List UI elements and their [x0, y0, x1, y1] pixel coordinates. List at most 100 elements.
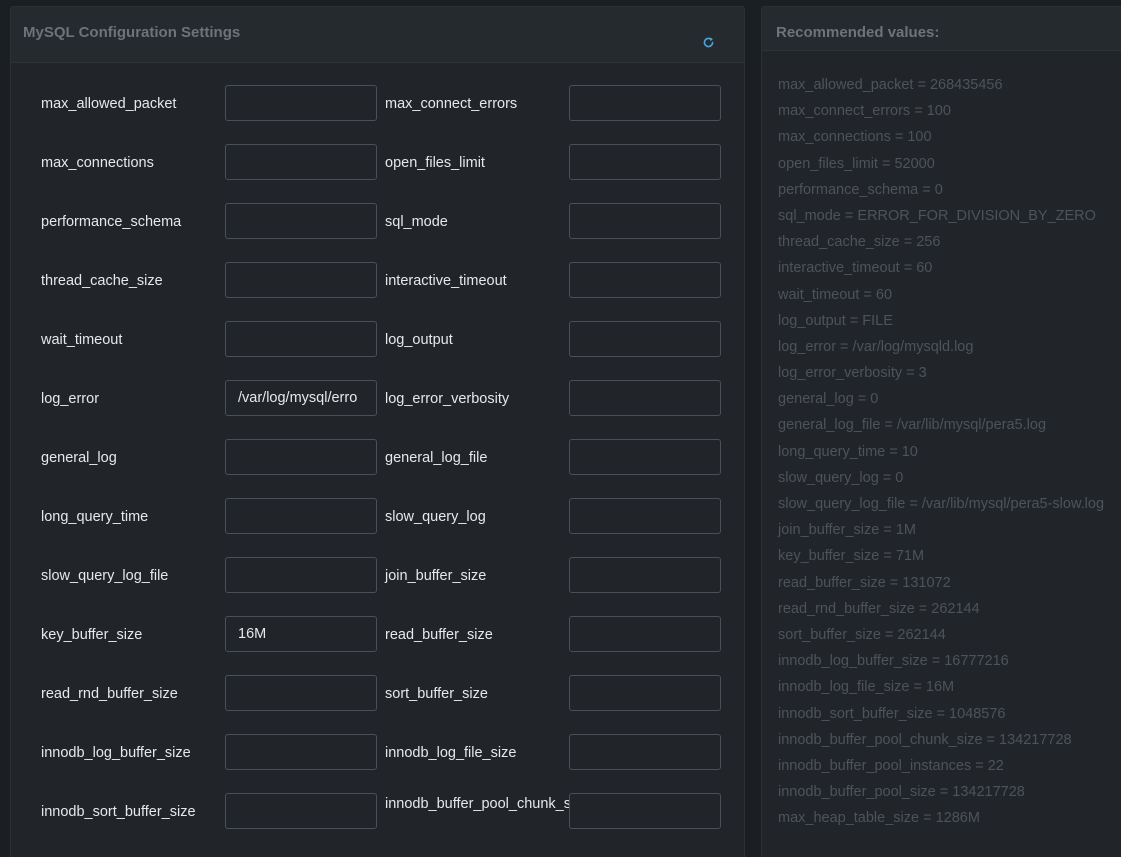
field-input[interactable] [569, 262, 721, 298]
field-label: read_buffer_size [385, 627, 493, 643]
recommended-value-item: max_heap_table_size = 1286M [778, 810, 980, 827]
field-label: max_allowed_packet [41, 96, 177, 112]
field-label: innodb_log_file_size [385, 745, 517, 761]
form-row: slow_query_log_file join_buffer_size [11, 557, 746, 593]
recommended-value-item: long_query_time = 10 [778, 443, 918, 460]
field-input[interactable] [225, 144, 377, 180]
form-row: performance_schema sql_mode [11, 203, 746, 239]
field-input[interactable] [225, 262, 377, 298]
recommended-value-item: max_connect_errors = 100 [778, 103, 951, 120]
recommended-value-item: log_error_verbosity = 3 [778, 365, 927, 382]
recommended-value-item: innodb_log_file_size = 16M [778, 679, 955, 696]
recommended-panel-title: Recommended values: [776, 24, 940, 41]
recommended-value-item: key_buffer_size = 71M [778, 548, 925, 565]
form-row: thread_cache_size interactive_timeout [11, 262, 746, 298]
form-row: log_error log_error_verbosity [11, 380, 746, 416]
recommended-value-item: innodb_log_buffer_size = 16777216 [778, 653, 1009, 670]
field-input[interactable] [225, 85, 377, 121]
recommended-value-item: max_allowed_packet = 268435456 [778, 77, 1003, 93]
field-input[interactable] [225, 675, 377, 711]
refresh-button[interactable] [700, 34, 716, 50]
recommended-value-item: slow_query_log = 0 [778, 469, 904, 486]
recommended-value-item: max_connections = 100 [778, 129, 932, 146]
recommended-values-list: max_allowed_packet = 268435456 max_connec… [778, 75, 1108, 834]
field-input[interactable] [569, 439, 721, 475]
field-input[interactable] [569, 321, 721, 357]
field-input[interactable] [225, 439, 377, 475]
field-label: log_output [385, 332, 453, 348]
field-label: max_connections [41, 155, 154, 171]
config-panel-header: MySQL Configuration Settings [11, 7, 744, 63]
form-row: innodb_log_buffer_size innodb_log_file_si… [11, 734, 746, 770]
refresh-icon [703, 36, 713, 47]
field-label: general_log [41, 450, 117, 466]
recommended-value-item: general_log = 0 [778, 391, 879, 408]
recommended-value-item: innodb_buffer_pool_instances = 22 [778, 757, 1004, 774]
form-row: read_rnd_buffer_size sort_buffer_size [11, 675, 746, 711]
recommended-panel-header: Recommended values: [762, 7, 1121, 51]
field-input[interactable] [225, 616, 377, 652]
field-label: innodb_sort_buffer_size [41, 804, 196, 820]
field-label: join_buffer_size [385, 568, 487, 584]
recommended-value-item: log_error = /var/log/mysqld.log [778, 338, 974, 355]
page: MySQL Configuration Settings max_allowed… [0, 0, 1121, 857]
recommended-value-item: log_output = FILE [778, 312, 893, 329]
field-input[interactable] [225, 203, 377, 239]
recommended-value-item: open_files_limit = 52000 [778, 155, 935, 172]
recommended-value-item: innodb_sort_buffer_size = 1048576 [778, 705, 1006, 722]
field-label: sort_buffer_size [385, 686, 488, 702]
recommended-value-item: thread_cache_size = 256 [778, 234, 941, 251]
field-input[interactable] [225, 557, 377, 593]
form-row: innodb_sort_buffer_size innodb_buffer_poo… [11, 793, 746, 829]
field-label: slow_query_log_file [41, 568, 169, 584]
field-input[interactable] [569, 734, 721, 770]
field-label: sql_mode [385, 214, 448, 230]
field-input[interactable] [225, 734, 377, 770]
form-row: long_query_time slow_query_log [11, 498, 746, 534]
field-label: interactive_timeout [385, 273, 507, 289]
recommended-value-item: wait_timeout = 60 [778, 286, 893, 303]
recommended-value-item: sort_buffer_size = 262144 [778, 626, 946, 643]
field-input[interactable] [225, 793, 377, 829]
recommended-value-item: performance_schema = 0 [778, 181, 943, 198]
form-row: max_allowed_packet max_connect_errors [11, 85, 746, 121]
form-row: wait_timeout log_output [11, 321, 746, 357]
field-label: innodb_buffer_pool_chunk_size [385, 796, 590, 812]
field-label: key_buffer_size [41, 627, 143, 643]
field-input[interactable] [569, 380, 721, 416]
recommended-value-item: interactive_timeout = 60 [778, 260, 933, 277]
field-label: slow_query_log [385, 509, 486, 525]
field-input[interactable] [225, 321, 377, 357]
field-label: thread_cache_size [41, 273, 163, 289]
field-input[interactable] [569, 85, 721, 121]
field-input[interactable] [225, 498, 377, 534]
form-row: general_log general_log_file [11, 439, 746, 475]
field-input[interactable] [569, 498, 721, 534]
field-input[interactable] [569, 144, 721, 180]
field-label: wait_timeout [41, 332, 123, 348]
field-label: performance_schema [41, 214, 182, 230]
recommended-value-item: join_buffer_size = 1M [778, 522, 916, 539]
field-input[interactable] [569, 616, 721, 652]
form-row: key_buffer_size read_buffer_size [11, 616, 746, 652]
field-label: open_files_limit [385, 155, 485, 171]
field-label: long_query_time [41, 509, 149, 525]
field-label: innodb_log_buffer_size [41, 745, 191, 761]
field-label: read_rnd_buffer_size [41, 686, 178, 702]
field-input[interactable] [225, 380, 377, 416]
recommended-value-item: innodb_buffer_pool_size = 134217728 [778, 784, 1025, 801]
mysql-config-panel: MySQL Configuration Settings max_allowed… [10, 6, 745, 857]
recommended-value-item: innodb_buffer_pool_chunk_size = 13421772… [778, 731, 1072, 748]
recommended-value-item: general_log_file = /var/lib/mysql/pera5.… [778, 417, 1047, 434]
field-label: max_connect_errors [385, 96, 518, 112]
recommended-value-item: sql_mode = ERROR_FOR_DIVISION_BY_ZERO [778, 207, 1096, 224]
field-input[interactable] [569, 793, 721, 829]
field-input[interactable] [569, 675, 721, 711]
form-row: max_connections open_files_limit [11, 144, 746, 180]
field-input[interactable] [569, 203, 721, 239]
config-panel-title: MySQL Configuration Settings [23, 24, 241, 41]
recommended-value-item: read_buffer_size = 131072 [778, 574, 951, 591]
recommended-value-item: read_rnd_buffer_size = 262144 [778, 600, 980, 617]
field-label: log_error [41, 391, 100, 407]
field-input[interactable] [569, 557, 721, 593]
